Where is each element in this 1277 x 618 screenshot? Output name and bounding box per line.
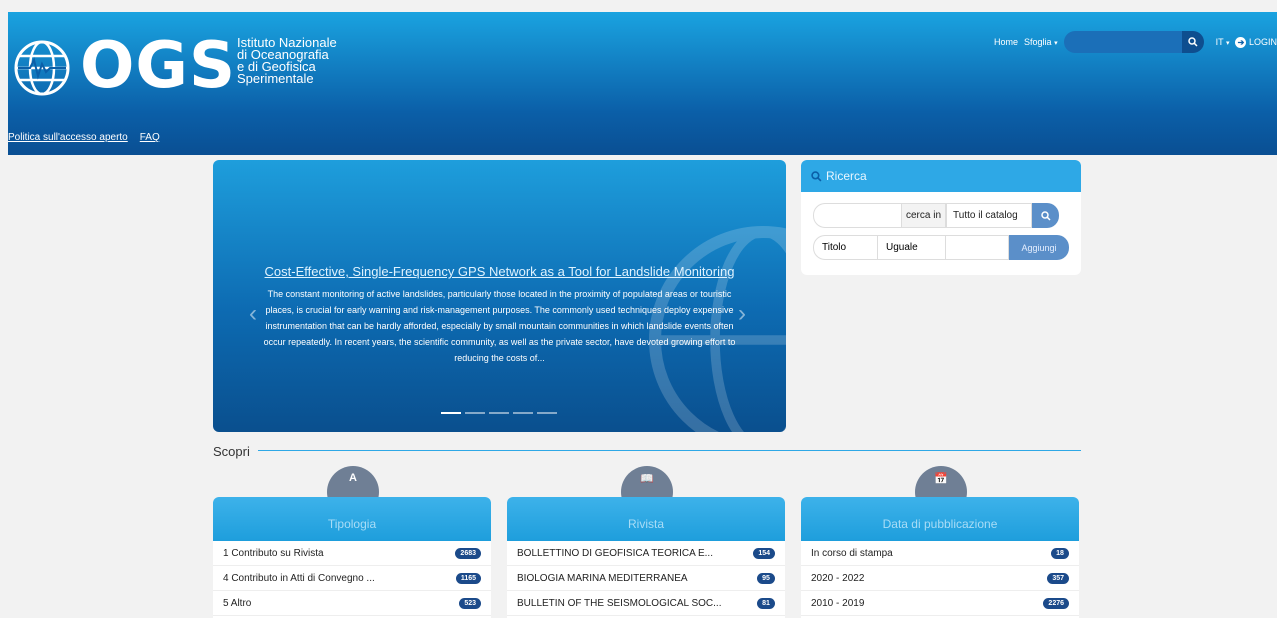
facet-card-journal: Rivista BOLLETTINO DI GEOFISICA TEORICA … — [507, 497, 785, 618]
nav-home-link[interactable]: Home — [994, 37, 1018, 47]
facet-item[interactable]: 2010 - 2019 2276 — [801, 591, 1079, 616]
carousel-indicator[interactable] — [537, 412, 557, 414]
search-panel: Ricerca cerca in Tutto il catalog Titolo… — [801, 160, 1081, 275]
facet-item[interactable]: In corso di stampa 18 — [801, 541, 1079, 566]
logo-wordmark[interactable]: OGS — [80, 34, 236, 98]
facet-count-badge: 1165 — [455, 572, 481, 584]
facet-item[interactable]: 1 Contributo su Rivista 2683 — [213, 541, 491, 566]
facet-item-label: BOLLETTINO DI GEOFISICA TEORICA E... — [517, 547, 713, 559]
faq-link[interactable]: FAQ — [140, 132, 160, 143]
slide-abstract: The constant monitoring of active landsl… — [263, 289, 736, 363]
facet-count-badge: 357 — [1047, 572, 1069, 584]
language-dropdown[interactable]: IT ▾ — [1216, 37, 1230, 47]
facet-count-badge: 154 — [753, 547, 775, 559]
header: OGS Istituto Nazionale di Oceanografia e… — [8, 12, 1277, 155]
facet-item-label: BULLETIN OF THE SEISMOLOGICAL SOC... — [517, 597, 722, 609]
facet-card-title: Rivista — [507, 497, 785, 541]
carousel-indicators — [441, 412, 557, 414]
filter-row: Titolo Uguale Aggiungi — [813, 235, 1069, 260]
facet-item-label: 2020 - 2022 — [811, 572, 865, 584]
slide-title-link[interactable]: Cost-Effective, Single-Frequency GPS Net… — [213, 264, 786, 279]
filter-field-select[interactable]: Titolo — [813, 235, 877, 260]
search-in-label: cerca in — [901, 203, 947, 228]
filter-value-input[interactable] — [945, 235, 1009, 260]
carousel-indicator[interactable] — [513, 412, 533, 414]
institute-name-line: Sperimentale — [237, 71, 314, 86]
discover-heading: Scopri — [213, 444, 250, 459]
user-icon: ➔ — [1235, 36, 1247, 48]
discover-divider — [258, 450, 1081, 451]
facet-item-label: 1 Contributo su Rivista — [223, 547, 324, 559]
facet-card-type: Tipologia 1 Contributo su Rivista 2683 4 … — [213, 497, 491, 618]
search-query-input[interactable] — [813, 203, 901, 228]
carousel-next-icon[interactable]: › — [738, 300, 746, 328]
facet-count-badge: 523 — [459, 597, 481, 609]
simple-search-row: cerca in Tutto il catalog — [813, 203, 1060, 228]
facet-item-label: In corso di stampa — [811, 547, 893, 559]
search-panel-header: Ricerca — [801, 160, 1081, 192]
facet-card-date: Data di pubblicazione In corso di stampa… — [801, 497, 1079, 618]
globe-logo-icon — [14, 40, 70, 96]
search-icon — [811, 170, 822, 181]
facet-item[interactable]: BOLLETTINO DI GEOFISICA TEORICA E... 154 — [507, 541, 785, 566]
top-search-button[interactable] — [1181, 31, 1204, 53]
search-icon — [1187, 37, 1198, 47]
facet-item[interactable]: 4 Contributo in Atti di Convegno ... 1165 — [213, 566, 491, 591]
filter-operator-select[interactable]: Uguale — [877, 235, 945, 260]
chevron-down-icon: ▾ — [1054, 40, 1058, 47]
facet-count-badge: 2276 — [1043, 597, 1069, 609]
facet-card-title: Tipologia — [213, 497, 491, 541]
secondary-nav: Politica sull'accesso aperto FAQ — [8, 132, 160, 143]
login-label: LOGIN — [1248, 36, 1277, 47]
nav-browse-label: Sfoglia — [1024, 37, 1052, 47]
top-search-input[interactable] — [1063, 31, 1188, 53]
carousel-indicator[interactable] — [489, 412, 509, 414]
carousel-indicator[interactable] — [441, 412, 461, 414]
search-scope-select[interactable]: Tutto il catalog — [946, 203, 1033, 228]
facet-item[interactable]: BIOLOGIA MARINA MEDITERRANEA 95 — [507, 566, 785, 591]
facet-item-label: 4 Contributo in Atti di Convegno ... — [223, 572, 375, 584]
facet-item-label: BIOLOGIA MARINA MEDITERRANEA — [517, 572, 688, 584]
add-filter-button[interactable]: Aggiungi — [1009, 235, 1069, 260]
nav-browse-dropdown[interactable]: Sfoglia ▾ — [1024, 37, 1058, 47]
login-link[interactable]: ➔ LOGIN — [1235, 36, 1277, 48]
open-access-policy-link[interactable]: Politica sull'accesso aperto — [8, 132, 128, 143]
facet-item-label: 2010 - 2019 — [811, 597, 865, 609]
facet-count-badge: 18 — [1051, 547, 1069, 559]
carousel-prev-icon[interactable]: ‹ — [249, 300, 257, 328]
facet-item[interactable]: 2020 - 2022 357 — [801, 566, 1079, 591]
carousel-indicator[interactable] — [465, 412, 485, 414]
facet-item-label: 5 Altro — [223, 597, 252, 609]
facet-item[interactable]: 5 Altro 523 — [213, 591, 491, 616]
search-icon — [1040, 210, 1051, 221]
search-panel-title: Ricerca — [826, 169, 867, 183]
institute-name: Istituto Nazionale di Oceanografia e di … — [237, 36, 337, 86]
language-label: IT — [1215, 37, 1224, 47]
facet-count-badge: 2683 — [455, 547, 481, 559]
top-nav: Home Sfoglia ▾ IT ▾ ➔ LOGIN — [994, 31, 1277, 53]
featured-carousel: Cost-Effective, Single-Frequency GPS Net… — [213, 160, 786, 432]
facet-item[interactable]: BULLETIN OF THE SEISMOLOGICAL SOC... 81 — [507, 591, 785, 616]
search-submit-button[interactable] — [1032, 203, 1060, 228]
chevron-down-icon: ▾ — [1225, 40, 1230, 47]
facet-card-title: Data di pubblicazione — [801, 497, 1079, 541]
facet-count-badge: 95 — [757, 572, 775, 584]
facet-count-badge: 81 — [757, 597, 775, 609]
top-search — [1063, 31, 1204, 53]
